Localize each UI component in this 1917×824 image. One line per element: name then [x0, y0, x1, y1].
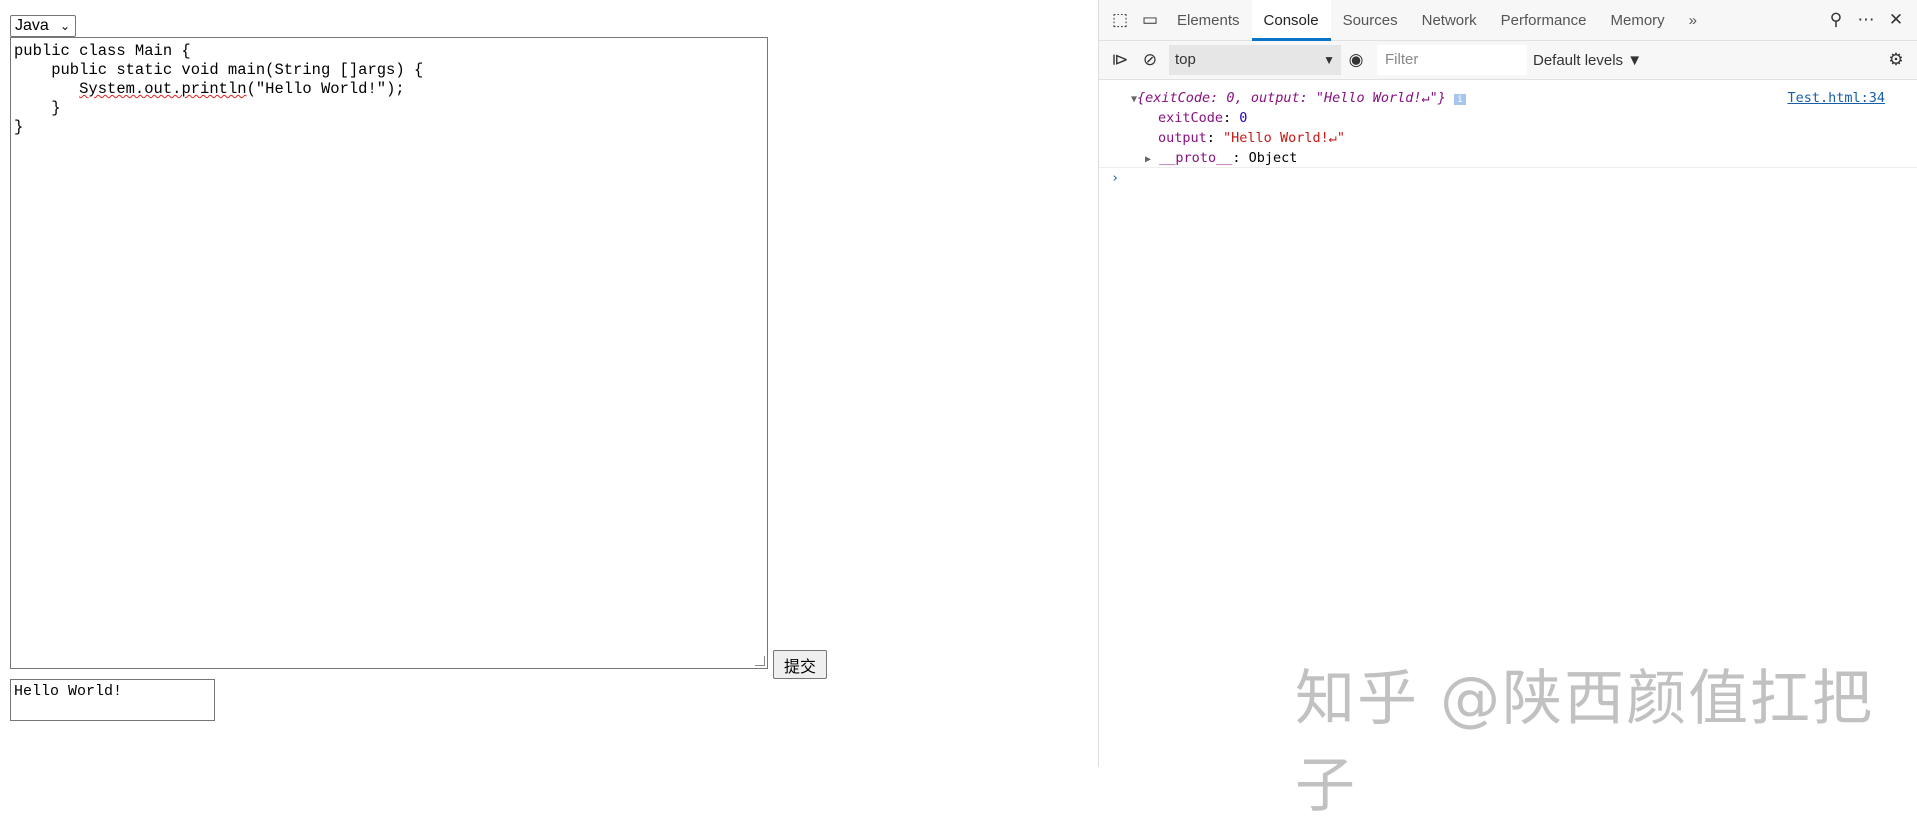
submit-button[interactable]: 提交: [773, 650, 827, 679]
console-toolbar: ⧐ ⊘ top ▼ ◉ Filter Default levels ▼ ⚙: [1099, 41, 1917, 80]
code-editor[interactable]: public class Main { public static void m…: [10, 37, 768, 669]
tab-sources[interactable]: Sources: [1331, 0, 1410, 41]
filter-input[interactable]: Filter: [1377, 45, 1527, 75]
feedback-icon[interactable]: ⚲: [1821, 10, 1851, 30]
more-options-icon[interactable]: ⋯: [1851, 10, 1881, 30]
chevron-down-icon: ⌄: [59, 19, 70, 33]
resize-handle[interactable]: [755, 656, 765, 666]
inspect-icon[interactable]: ⬚: [1105, 10, 1135, 30]
levels-dropdown[interactable]: Default levels ▼: [1533, 52, 1642, 69]
tab-performance[interactable]: Performance: [1489, 0, 1599, 41]
tab-console[interactable]: Console: [1251, 0, 1331, 41]
source-link[interactable]: Test.html:34: [1787, 88, 1885, 108]
log-entry[interactable]: ▼{exitCode: 0, output: "Hello World!↵"} …: [1099, 88, 1917, 108]
eye-icon[interactable]: ◉: [1341, 50, 1371, 70]
property-row: output: "Hello World!↵": [1158, 130, 1345, 146]
language-select[interactable]: Java ⌄: [10, 15, 76, 37]
watermark: 知乎 @陕西颜值扛把子: [1295, 664, 1875, 821]
devtools-tabbar: ⬚ ▭ Elements Console Sources Network Per…: [1099, 0, 1917, 41]
dropdown-arrow-icon: ▼: [1323, 53, 1335, 67]
clear-console-icon[interactable]: ⊘: [1135, 50, 1165, 70]
tab-elements[interactable]: Elements: [1165, 0, 1252, 41]
info-icon: i: [1454, 94, 1467, 105]
context-select[interactable]: top ▼: [1169, 45, 1341, 75]
sidebar-toggle-icon[interactable]: ⧐: [1105, 50, 1135, 70]
tab-network[interactable]: Network: [1410, 0, 1489, 41]
tab-memory[interactable]: Memory: [1599, 0, 1677, 41]
close-icon[interactable]: ✕: [1881, 10, 1911, 30]
proto-row[interactable]: ▶ __proto__: Object: [1099, 148, 1917, 168]
console-output: ▼{exitCode: 0, output: "Hello World!↵"} …: [1099, 80, 1917, 188]
property-row: exitCode: 0: [1158, 110, 1248, 126]
device-toggle-icon[interactable]: ▭: [1135, 10, 1165, 30]
more-tabs-button[interactable]: »: [1677, 0, 1709, 41]
console-prompt[interactable]: ›: [1099, 168, 1917, 188]
settings-gear-icon[interactable]: ⚙: [1881, 50, 1911, 70]
output-textarea[interactable]: Hello World!: [10, 679, 215, 721]
expand-triangle-icon[interactable]: ▶: [1145, 154, 1151, 165]
